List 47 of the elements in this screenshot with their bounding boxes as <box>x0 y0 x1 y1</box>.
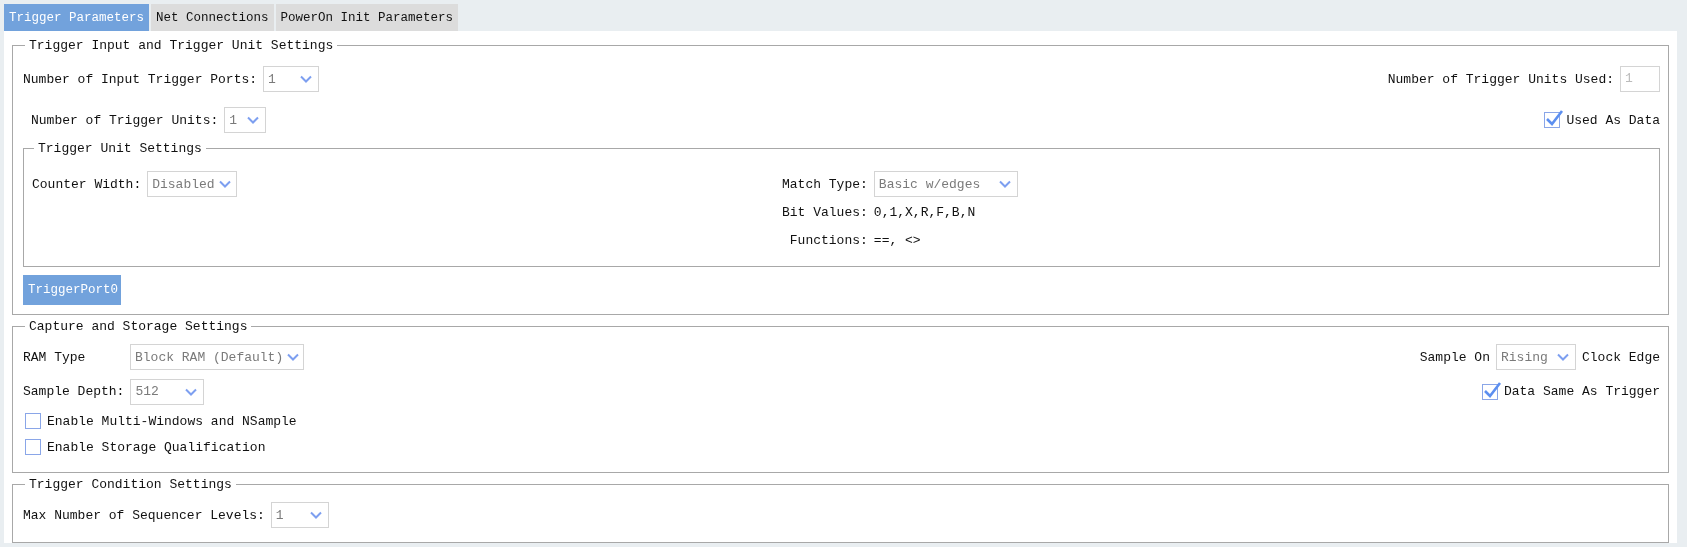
field-value: ==, <> <box>873 232 922 248</box>
field-value: 0,1,X,R,F,B,N <box>873 204 977 220</box>
dropdown[interactable]: 512 <box>130 378 205 405</box>
field-label: Number of Trigger Units Used: <box>1387 71 1614 87</box>
field-label: Match Type: <box>782 176 868 192</box>
field-label: Counter Width: <box>32 176 142 192</box>
dropdown[interactable]: Block RAM (Default) <box>130 344 304 370</box>
tab[interactable]: Net Connections <box>151 4 274 31</box>
chevron-down-icon <box>998 180 1011 188</box>
port-tab[interactable]: TriggerPort0 <box>23 275 121 305</box>
dropdown[interactable]: Disabled <box>147 171 238 197</box>
field-label: Number of Trigger Units: <box>31 112 219 128</box>
chevron-down-icon <box>247 116 260 124</box>
chevron-down-icon <box>185 387 198 396</box>
checkmark-icon <box>1544 108 1565 128</box>
field-label: Max Number of Sequencer Levels: <box>23 507 265 523</box>
checkbox[interactable] <box>25 439 41 455</box>
tab[interactable]: PowerOn Init Parameters <box>275 4 459 31</box>
chevron-down-icon <box>218 180 231 188</box>
dropdown[interactable]: 1 <box>263 66 320 92</box>
checkbox-label: Enable Multi-Windows and NSample <box>47 413 297 429</box>
field-label: RAM Type <box>23 349 87 365</box>
checkbox-label: Data Same As Trigger <box>1503 384 1660 399</box>
dropdown[interactable]: Rising <box>1496 344 1576 370</box>
dropdown[interactable]: Basic w/edges <box>873 171 1018 197</box>
chevron-down-icon <box>309 511 322 519</box>
checkbox-label: Used As Data <box>1566 112 1660 128</box>
group-title: Trigger Condition Settings <box>28 477 233 492</box>
field-label: Sample On <box>1419 349 1490 365</box>
chevron-down-icon <box>300 75 313 83</box>
field-label: Bit Values: <box>782 204 868 220</box>
chevron-down-icon <box>1557 353 1569 361</box>
field-label: Clock Edge <box>1582 349 1660 365</box>
dropdown[interactable]: 1 <box>270 502 329 528</box>
field-label: Sample Depth: <box>23 384 125 399</box>
tab[interactable]: Trigger Parameters <box>4 4 150 31</box>
dropdown[interactable]: 1 <box>224 107 267 133</box>
checkbox[interactable] <box>25 413 41 429</box>
field-label: Functions: <box>788 232 868 248</box>
checkbox[interactable] <box>1544 112 1561 128</box>
field-label: Number of Input Trigger Ports: <box>23 71 258 87</box>
group-title: Trigger Unit Settings <box>37 141 203 156</box>
chevron-down-icon <box>287 353 300 361</box>
checkbox[interactable] <box>1481 383 1498 400</box>
checkbox-label: Enable Storage Qualification <box>47 439 266 455</box>
group-title: Trigger Input and Trigger Unit Settings <box>28 38 335 53</box>
group-title: Capture and Storage Settings <box>28 319 249 334</box>
